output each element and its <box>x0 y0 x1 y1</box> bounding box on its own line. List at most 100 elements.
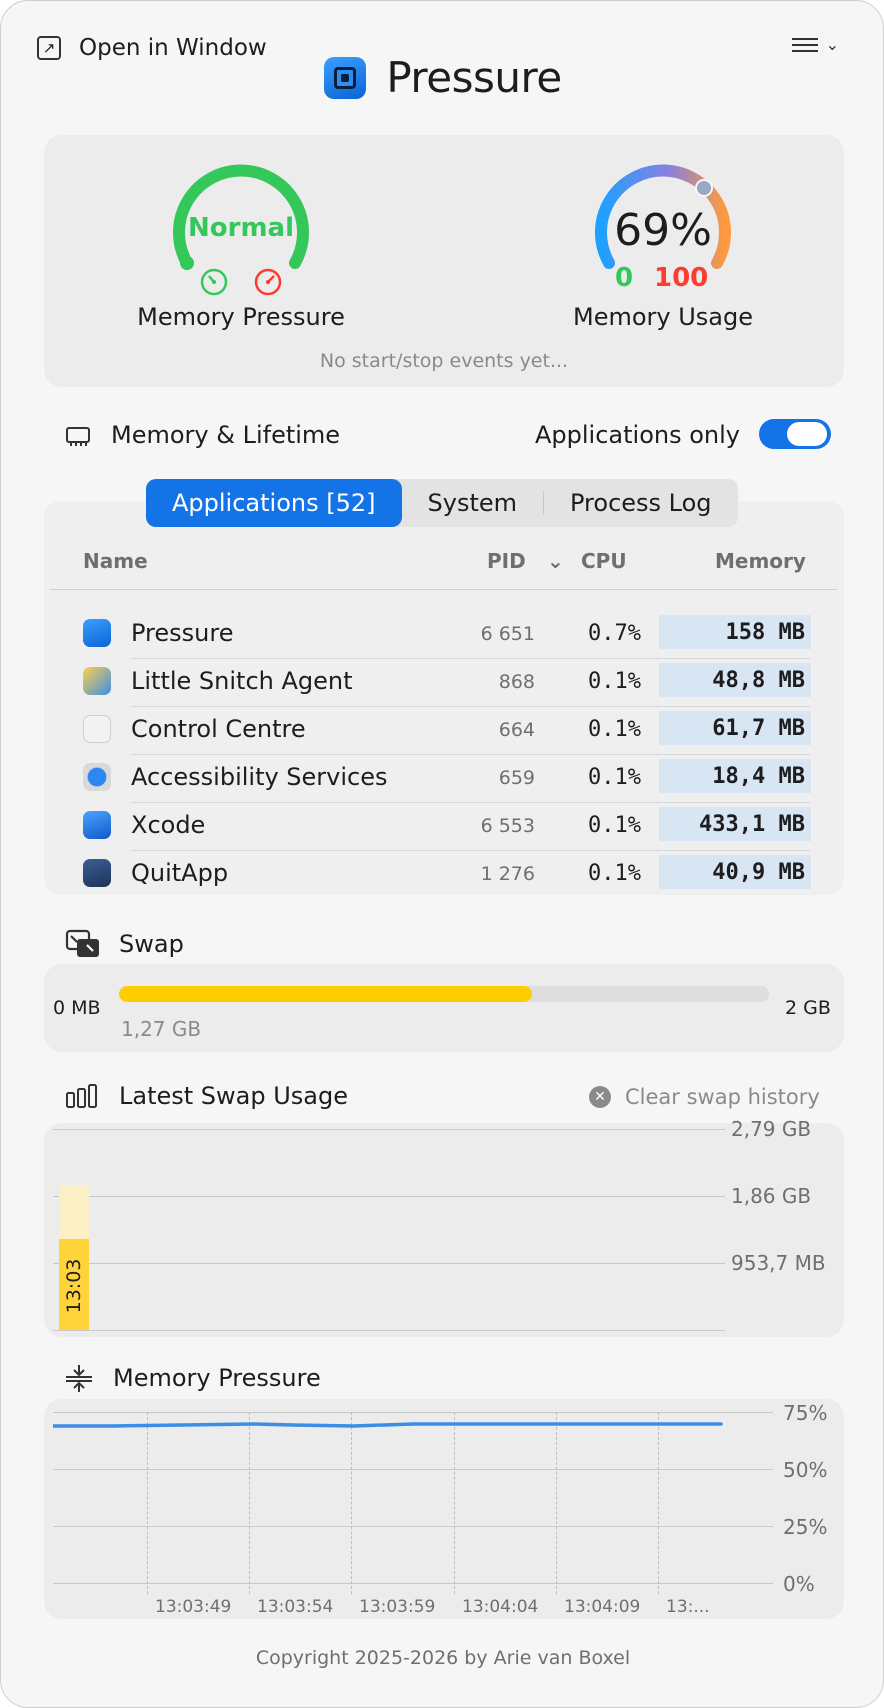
swap-progress-bar <box>119 986 769 1002</box>
process-cpu: 0.1% <box>588 669 641 694</box>
chevron-down-icon: ⌄ <box>825 35 839 54</box>
process-cpu: 0.1% <box>588 717 641 742</box>
clear-swap-history-label: Clear swap history <box>625 1085 820 1109</box>
table-row[interactable]: Xcode 6 553 0.1% 433,1 MB <box>81 803 811 851</box>
pressure-y-label: 50% <box>783 1458 828 1482</box>
process-cpu: 0.1% <box>588 813 641 838</box>
swap-max-label: 2 GB <box>785 997 831 1019</box>
latest-swap-title: Latest Swap Usage <box>119 1082 349 1110</box>
process-memory: 433,1 MB <box>659 807 811 841</box>
gauge-red-icon <box>254 268 282 296</box>
tab-applications[interactable]: Applications [52] <box>146 479 402 527</box>
column-header-name[interactable]: Name <box>83 549 148 573</box>
header-divider <box>50 589 837 590</box>
process-pid: 659 <box>498 767 535 789</box>
column-header-pid[interactable]: PID <box>487 549 526 573</box>
swap-y-label: 1,86 GB <box>731 1184 812 1208</box>
gridline <box>53 1526 773 1527</box>
swap-used-label: 1,27 GB <box>121 1017 202 1041</box>
usage-min: 0 <box>615 263 634 293</box>
memory-pressure-header: Memory Pressure <box>63 1363 321 1393</box>
app-title: Pressure <box>386 53 562 102</box>
process-tabs: Applications [52] System Process Log <box>146 479 738 527</box>
clear-x-icon: ✕ <box>589 1086 611 1108</box>
memory-lifetime-title: Memory & Lifetime <box>111 421 341 449</box>
pressure-y-label: 0% <box>783 1572 815 1596</box>
memory-usage-value: 69% <box>614 205 712 256</box>
menu-button[interactable]: ⌄ <box>791 35 839 54</box>
process-pid: 6 651 <box>480 623 535 645</box>
gridline <box>53 1583 773 1584</box>
process-memory: 48,8 MB <box>659 663 811 697</box>
table-row[interactable]: Pressure 6 651 0.7% 158 MB <box>81 611 811 659</box>
latest-swap-header: Latest Swap Usage <box>65 1082 348 1110</box>
gridline <box>53 1129 725 1130</box>
table-row[interactable]: QuitApp 1 276 0.1% 40,9 MB <box>81 851 811 899</box>
gridline <box>53 1330 725 1331</box>
swap-min-label: 0 MB <box>53 997 101 1019</box>
swap-y-label: 953,7 MB <box>731 1251 826 1275</box>
pressure-x-label: 13:03:49 <box>155 1597 232 1617</box>
title-bar: Pressure <box>1 53 883 102</box>
accessibility-icon <box>83 763 111 791</box>
bar-chart-icon <box>66 1084 97 1108</box>
latest-swap-chart <box>44 1123 844 1337</box>
pressure-app-icon <box>324 56 367 99</box>
swap-icon <box>65 929 99 957</box>
process-cpu: 0.7% <box>588 621 641 646</box>
swap-progress-fill <box>119 986 532 1002</box>
tab-system[interactable]: System <box>402 479 544 527</box>
memory-pressure-label: Memory Pressure <box>137 303 345 331</box>
process-pid: 664 <box>498 719 535 741</box>
memory-chip-icon <box>66 427 90 446</box>
process-cpu: 0.1% <box>588 861 641 886</box>
process-cpu: 0.1% <box>588 765 641 790</box>
copyright-footer: Copyright 2025-2026 by Arie van Boxel <box>255 1647 631 1669</box>
gridline <box>53 1196 725 1197</box>
gridline <box>53 1469 773 1470</box>
process-pid: 868 <box>498 671 535 693</box>
compress-arrows-icon <box>66 1365 92 1392</box>
pressure-x-label: 13:... <box>666 1597 710 1617</box>
memory-pressure-title: Memory Pressure <box>113 1364 321 1392</box>
process-memory: 61,7 MB <box>659 711 811 745</box>
clear-swap-history-button[interactable]: ✕ Clear swap history <box>589 1085 820 1109</box>
memory-usage-label: Memory Usage <box>572 303 753 331</box>
tab-process-log[interactable]: Process Log <box>544 479 738 527</box>
process-name: Little Snitch Agent <box>131 667 353 695</box>
process-memory: 158 MB <box>659 615 811 649</box>
usage-max: 100 <box>654 263 709 293</box>
app-window: ↗ Open in Window ⌄ Pressure Normal Memor… <box>0 0 884 1708</box>
applications-only-label: Applications only <box>535 421 740 449</box>
pressure-app-icon <box>83 619 111 647</box>
pressure-x-label: 13:03:59 <box>359 1597 436 1617</box>
events-note: No start/stop events yet... <box>319 350 569 372</box>
control-centre-icon <box>83 715 111 743</box>
column-header-cpu[interactable]: CPU <box>581 549 627 573</box>
quitapp-icon <box>83 859 111 887</box>
pressure-x-label: 13:04:04 <box>462 1597 539 1617</box>
list-menu-icon <box>791 37 818 52</box>
gridline <box>53 1263 725 1264</box>
process-name: Pressure <box>131 619 234 647</box>
memory-lifetime-header: Memory & Lifetime <box>63 421 340 449</box>
gauge-green-icon <box>200 268 228 296</box>
process-pid: 1 276 <box>480 863 535 885</box>
chevron-down-icon[interactable]: ⌄ <box>547 549 564 573</box>
memory-pressure-line <box>53 1422 723 1428</box>
process-memory: 18,4 MB <box>659 759 811 793</box>
pressure-status: Normal <box>188 213 294 243</box>
pressure-x-label: 13:03:54 <box>257 1597 334 1617</box>
applications-only-toggle[interactable] <box>759 419 831 449</box>
pressure-x-label: 13:04:09 <box>564 1597 641 1617</box>
xcode-icon <box>83 811 111 839</box>
table-row[interactable]: Little Snitch Agent 868 0.1% 48,8 MB <box>81 659 811 707</box>
swap-y-label: 2,79 GB <box>731 1117 812 1141</box>
swap-title: Swap <box>119 930 184 958</box>
little-snitch-icon <box>83 667 111 695</box>
table-row[interactable]: Control Centre 664 0.1% 61,7 MB <box>81 707 811 755</box>
process-name: QuitApp <box>131 859 229 887</box>
process-pid: 6 553 <box>480 815 535 837</box>
table-row[interactable]: Accessibility Services 659 0.1% 18,4 MB <box>81 755 811 803</box>
column-header-memory[interactable]: Memory <box>715 549 806 573</box>
